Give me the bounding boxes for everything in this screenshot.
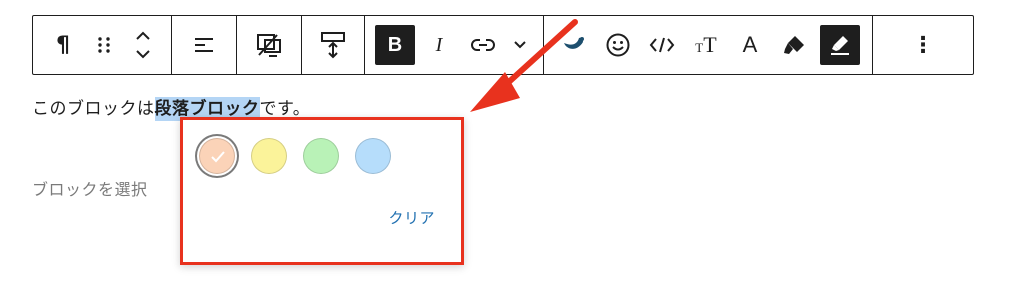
block-placeholder[interactable]: ブロックを選択 [32,176,148,200]
responsive-icon [257,34,281,57]
spacing-button[interactable] [310,16,356,74]
swatch-blue[interactable] [355,138,391,174]
text-color-button[interactable]: A [728,16,772,74]
highlight-color-popover: クリア [180,117,464,265]
format-group: B I [365,16,544,74]
extended-format-group: TT A [544,16,873,74]
paragraph-block-button[interactable]: ¶ [41,16,85,74]
highlighter-button[interactable] [772,16,816,74]
spacing-group [302,16,365,74]
italic-button[interactable]: I [417,16,461,74]
chevron-down-icon [514,41,526,49]
marker-icon [820,25,860,65]
text-color-icon: A [742,32,758,57]
align-button[interactable] [180,16,228,74]
font-size-icon: TT [695,32,717,57]
italic-icon: I [435,33,443,56]
align-left-icon [195,38,213,52]
color-swatches [199,138,391,174]
highlighter-icon [784,36,804,54]
bold-button[interactable]: B [373,16,417,74]
swatch-yellow[interactable] [251,138,287,174]
move-up-down-icon [136,31,150,59]
more-formats-button[interactable] [505,16,535,74]
custom-style-button[interactable] [552,16,596,74]
paragraph-icon: ¶ [56,32,70,58]
spacing-icon [321,32,345,59]
custom-style-icon [564,37,584,49]
emoji-button[interactable] [596,16,640,74]
swatch-green[interactable] [303,138,339,174]
move-block-button[interactable] [123,16,163,74]
bold-icon: B [375,25,415,65]
align-group [172,16,237,74]
drag-handle-button[interactable] [85,16,123,74]
clear-button[interactable]: クリア [388,207,435,228]
checkmark-icon [211,151,225,163]
block-toolbar: ¶ B I TT A ⋮ [32,15,974,75]
more-options-button[interactable]: ⋮ [901,16,945,74]
responsive-group [237,16,302,74]
bold-label: B [387,33,403,56]
marker-button[interactable] [816,16,864,74]
more-options-icon: ⋮ [912,32,934,58]
drag-handle-icon [98,37,110,53]
link-icon [471,39,495,51]
code-button[interactable] [640,16,684,74]
font-size-button[interactable]: TT [684,16,728,74]
options-group: ⋮ [873,16,973,74]
responsive-button[interactable] [245,16,293,74]
paragraph-text-after: です。 [259,99,311,119]
paragraph-text-before: このブロックは [32,99,155,119]
link-button[interactable] [461,16,505,74]
code-icon [649,37,675,53]
emoji-icon [606,33,630,57]
swatch-orange[interactable] [199,138,235,174]
paragraph-text[interactable]: このブロックは段落ブロックです。 [32,94,311,121]
block-tools-group: ¶ [33,16,172,74]
